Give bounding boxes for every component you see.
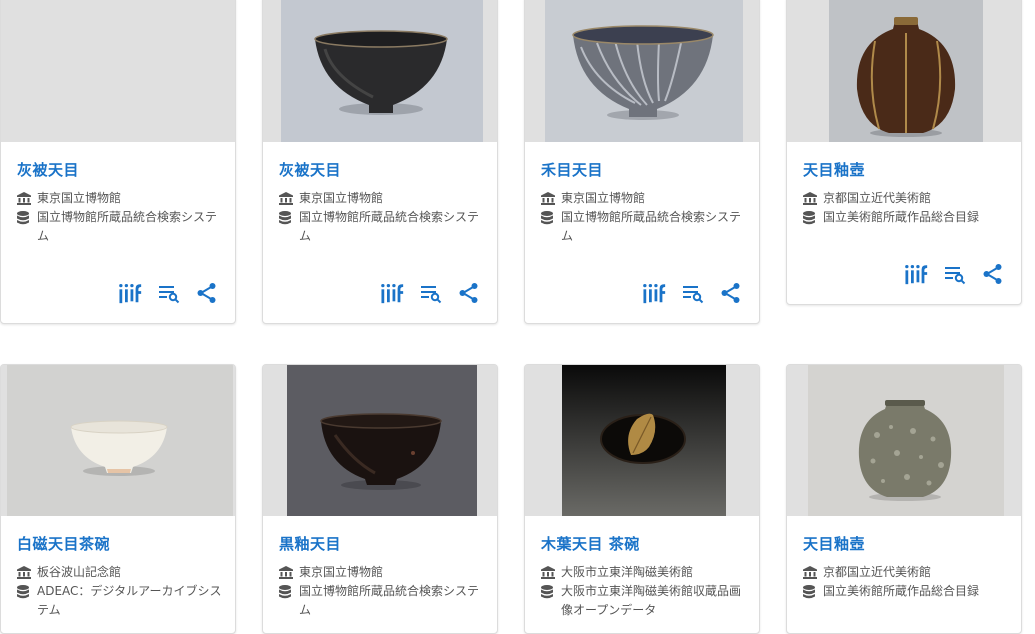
database-icon <box>17 211 31 225</box>
source-name: 国立博物館所蔵品統合検索システム <box>299 584 480 617</box>
result-card[interactable]: 木葉天目 茶碗 大阪市立東洋陶磁美術館 大阪市立東洋陶磁美術館収蔵品画像オープン… <box>524 364 760 634</box>
institution-row: 京都国立近代美術館 <box>803 189 1009 208</box>
database-icon <box>279 585 293 599</box>
bank-icon <box>803 566 817 579</box>
bank-icon <box>803 192 817 205</box>
bank-icon <box>279 192 293 205</box>
list-search-icon[interactable] <box>157 281 181 305</box>
institution-name: 板谷波山記念館 <box>37 565 122 579</box>
source-row: 国立美術館所蔵作品総合目録 <box>803 582 1009 601</box>
bank-icon <box>17 192 31 205</box>
result-card[interactable]: 白磁天目茶碗 板谷波山記念館 ADEAC：デジタルアーカイブシステム <box>0 364 236 634</box>
source-row: ADEAC：デジタルアーカイブシステム <box>17 582 223 620</box>
institution-row: 東京国立博物館 <box>17 189 223 208</box>
source-name: ADEAC：デジタルアーカイブシステム <box>37 584 222 617</box>
database-icon <box>541 585 555 599</box>
source-row: 国立美術館所蔵作品総合目録 <box>803 208 1009 227</box>
institution-name: 東京国立博物館 <box>299 565 384 579</box>
iiif-icon[interactable] <box>643 281 667 305</box>
thumbnail-image[interactable] <box>787 0 1021 142</box>
list-search-icon[interactable] <box>943 262 967 286</box>
speckled-jar-image <box>787 365 1021 516</box>
card-title[interactable]: 灰被天目 <box>17 159 79 180</box>
result-card[interactable]: 天目釉壺 京都国立近代美術館 国立美術館所蔵作品総合目録 <box>786 0 1022 305</box>
card-title[interactable]: 黒釉天目 <box>279 533 341 554</box>
institution-row: 板谷波山記念館 <box>17 563 223 582</box>
thumbnail-placeholder[interactable] <box>1 0 235 142</box>
source-row: 大阪市立東洋陶磁美術館収蔵品画像オープンデータ <box>541 582 747 620</box>
database-icon <box>803 211 817 225</box>
bank-icon <box>541 192 555 205</box>
institution-row: 東京国立博物館 <box>279 189 485 208</box>
source-row: 国立博物館所蔵品統合検索システム <box>541 208 747 246</box>
share-icon[interactable] <box>195 281 219 305</box>
source-name: 国立博物館所蔵品統合検索システム <box>561 210 742 243</box>
database-icon <box>279 211 293 225</box>
institution-row: 東京国立博物館 <box>541 189 747 208</box>
share-icon[interactable] <box>981 262 1005 286</box>
source-name: 国立美術館所蔵作品総合目録 <box>823 584 980 598</box>
black-bowl-image <box>263 365 497 516</box>
database-icon <box>803 585 817 599</box>
list-search-icon[interactable] <box>419 281 443 305</box>
iiif-icon[interactable] <box>381 281 405 305</box>
institution-row: 大阪市立東洋陶磁美術館 <box>541 563 747 582</box>
dark-tea-bowl-image <box>263 0 497 142</box>
thumbnail-image[interactable] <box>263 0 497 142</box>
result-card[interactable]: 灰被天目 東京国立博物館 国立博物館所蔵品統合検索システム <box>262 0 498 324</box>
leaf-bowl-image <box>525 365 759 516</box>
card-title[interactable]: 天目釉壺 <box>803 159 865 180</box>
iiif-icon[interactable] <box>119 281 143 305</box>
database-icon <box>17 585 31 599</box>
thumbnail-image[interactable] <box>263 365 497 516</box>
source-name: 大阪市立東洋陶磁美術館収蔵品画像オープンデータ <box>561 584 742 617</box>
card-title[interactable]: 天目釉壺 <box>803 533 865 554</box>
card-title[interactable]: 禾目天目 <box>541 159 603 180</box>
database-icon <box>541 211 555 225</box>
share-icon[interactable] <box>457 281 481 305</box>
institution-name: 京都国立近代美術館 <box>823 565 932 579</box>
thumbnail-image[interactable] <box>525 365 759 516</box>
share-icon[interactable] <box>719 281 743 305</box>
institution-row: 東京国立博物館 <box>279 563 485 582</box>
institution-name: 東京国立博物館 <box>561 191 646 205</box>
result-card[interactable]: 天目釉壺 京都国立近代美術館 国立美術館所蔵作品総合目録 <box>786 364 1022 634</box>
institution-name: 大阪市立東洋陶磁美術館 <box>561 565 694 579</box>
source-row: 国立博物館所蔵品統合検索システム <box>279 208 485 246</box>
thumbnail-image[interactable] <box>525 0 759 142</box>
source-row: 国立博物館所蔵品統合検索システム <box>17 208 223 246</box>
card-title[interactable]: 灰被天目 <box>279 159 341 180</box>
result-card[interactable]: 黒釉天目 東京国立博物館 国立博物館所蔵品統合検索システム <box>262 364 498 634</box>
hare-fur-tea-bowl-image <box>525 0 759 142</box>
bank-icon <box>541 566 555 579</box>
institution-name: 京都国立近代美術館 <box>823 191 932 205</box>
iiif-icon[interactable] <box>905 262 929 286</box>
thumbnail-image[interactable] <box>1 365 235 516</box>
thumbnail-image[interactable] <box>787 365 1021 516</box>
source-name: 国立美術館所蔵作品総合目録 <box>823 210 980 224</box>
institution-row: 京都国立近代美術館 <box>803 563 1009 582</box>
card-title[interactable]: 白磁天目茶碗 <box>17 533 110 554</box>
card-title[interactable]: 木葉天目 茶碗 <box>541 533 640 554</box>
result-card[interactable]: 禾目天目 東京国立博物館 国立博物館所蔵品統合検索システム <box>524 0 760 324</box>
source-name: 国立博物館所蔵品統合検索システム <box>299 210 480 243</box>
result-card[interactable]: 灰被天目 東京国立博物館 国立博物館所蔵品統合検索システム <box>0 0 236 324</box>
bank-icon <box>279 566 293 579</box>
list-search-icon[interactable] <box>681 281 705 305</box>
source-name: 国立博物館所蔵品統合検索システム <box>37 210 218 243</box>
institution-name: 東京国立博物館 <box>37 191 122 205</box>
bank-icon <box>17 566 31 579</box>
institution-name: 東京国立博物館 <box>299 191 384 205</box>
white-bowl-image <box>1 365 235 516</box>
brown-jar-image <box>787 0 1021 142</box>
source-row: 国立博物館所蔵品統合検索システム <box>279 582 485 620</box>
